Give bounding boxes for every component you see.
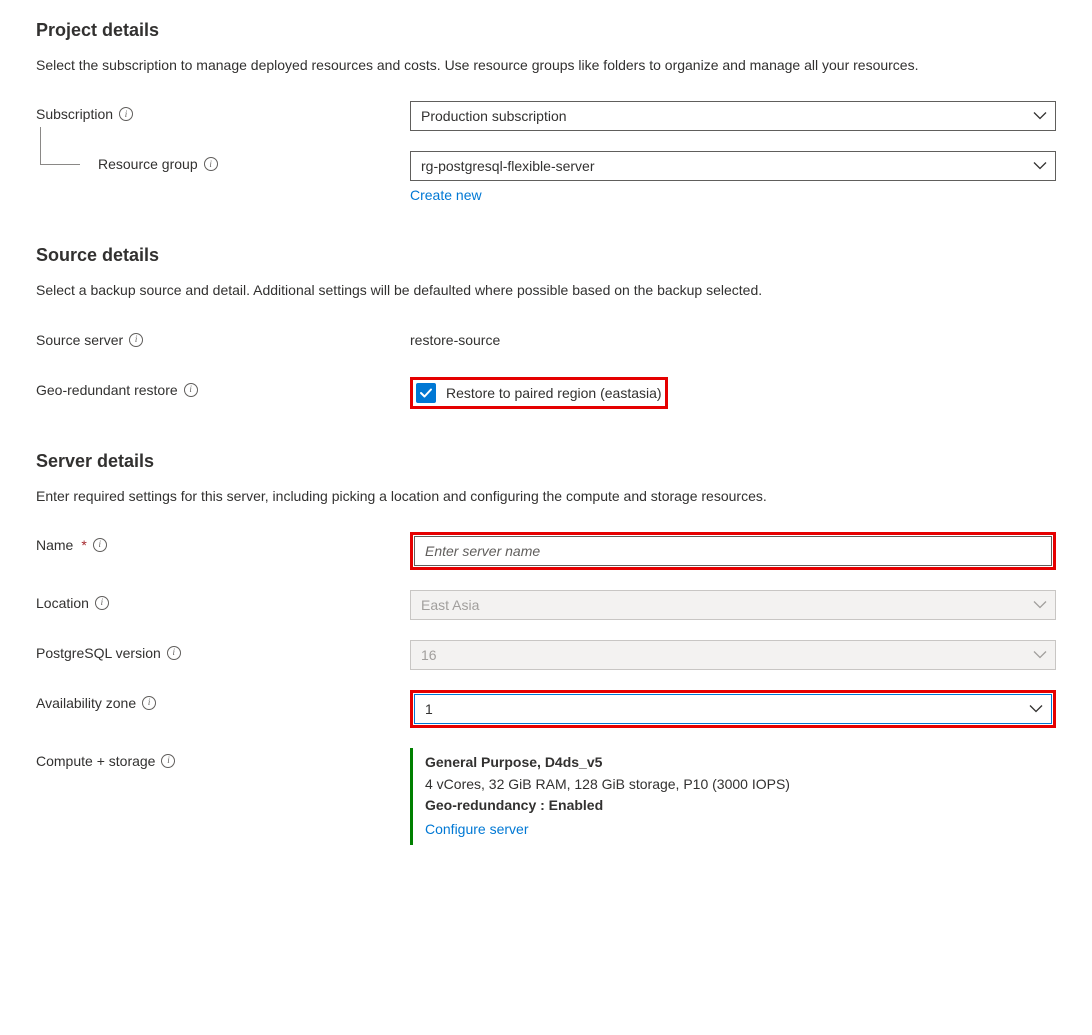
info-icon[interactable]: i: [142, 696, 156, 710]
highlight-name-input: [410, 532, 1056, 570]
chevron-down-icon: [1033, 600, 1047, 609]
geo-restore-checkbox[interactable]: [416, 383, 436, 403]
subscription-dropdown[interactable]: Production subscription: [410, 101, 1056, 131]
source-details-heading: Source details: [36, 245, 1056, 266]
info-icon[interactable]: i: [167, 646, 181, 660]
project-details-description: Select the subscription to manage deploy…: [36, 55, 1056, 75]
server-name-input[interactable]: [414, 536, 1052, 566]
source-server-label: Source server: [36, 332, 123, 348]
version-label: PostgreSQL version: [36, 645, 161, 661]
info-icon[interactable]: i: [93, 538, 107, 552]
required-asterisk: *: [81, 537, 86, 553]
chevron-down-icon: [1029, 704, 1043, 713]
geo-restore-label: Geo-redundant restore: [36, 382, 178, 398]
subscription-label: Subscription: [36, 106, 113, 122]
location-dropdown: East Asia: [410, 590, 1056, 620]
chevron-down-icon: [1033, 112, 1047, 121]
info-icon[interactable]: i: [129, 333, 143, 347]
az-value: 1: [425, 701, 433, 717]
compute-spec: 4 vCores, 32 GiB RAM, 128 GiB storage, P…: [425, 776, 790, 792]
resource-group-value: rg-postgresql-flexible-server: [421, 158, 595, 174]
compute-geo-redundancy: Geo-redundancy : Enabled: [425, 797, 603, 813]
version-dropdown: 16: [410, 640, 1056, 670]
server-details-heading: Server details: [36, 451, 1056, 472]
info-icon[interactable]: i: [95, 596, 109, 610]
project-details-heading: Project details: [36, 20, 1056, 41]
geo-restore-checkbox-label[interactable]: Restore to paired region (eastasia): [446, 385, 662, 401]
resource-group-label: Resource group: [98, 156, 198, 172]
source-server-value: restore-source: [410, 327, 1056, 348]
chevron-down-icon: [1033, 650, 1047, 659]
highlight-az-dropdown: 1: [410, 690, 1056, 728]
server-details-description: Enter required settings for this server,…: [36, 486, 1056, 506]
location-label: Location: [36, 595, 89, 611]
highlight-geo-restore: Restore to paired region (eastasia): [410, 377, 668, 409]
info-icon[interactable]: i: [119, 107, 133, 121]
name-label: Name: [36, 537, 73, 553]
configure-server-link[interactable]: Configure server: [425, 819, 529, 841]
info-icon[interactable]: i: [161, 754, 175, 768]
chevron-down-icon: [1033, 162, 1047, 171]
tree-connector-icon: [40, 127, 80, 165]
source-details-description: Select a backup source and detail. Addit…: [36, 280, 1056, 300]
create-new-link[interactable]: Create new: [410, 187, 482, 203]
resource-group-dropdown[interactable]: rg-postgresql-flexible-server: [410, 151, 1056, 181]
compute-sku-title: General Purpose, D4ds_v5: [425, 754, 602, 770]
compute-label: Compute + storage: [36, 753, 155, 769]
info-icon[interactable]: i: [204, 157, 218, 171]
availability-zone-dropdown[interactable]: 1: [414, 694, 1052, 724]
subscription-value: Production subscription: [421, 108, 567, 124]
version-value: 16: [421, 647, 437, 663]
info-icon[interactable]: i: [184, 383, 198, 397]
location-value: East Asia: [421, 597, 479, 613]
compute-storage-summary: General Purpose, D4ds_v5 4 vCores, 32 Gi…: [410, 748, 1056, 845]
az-label: Availability zone: [36, 695, 136, 711]
